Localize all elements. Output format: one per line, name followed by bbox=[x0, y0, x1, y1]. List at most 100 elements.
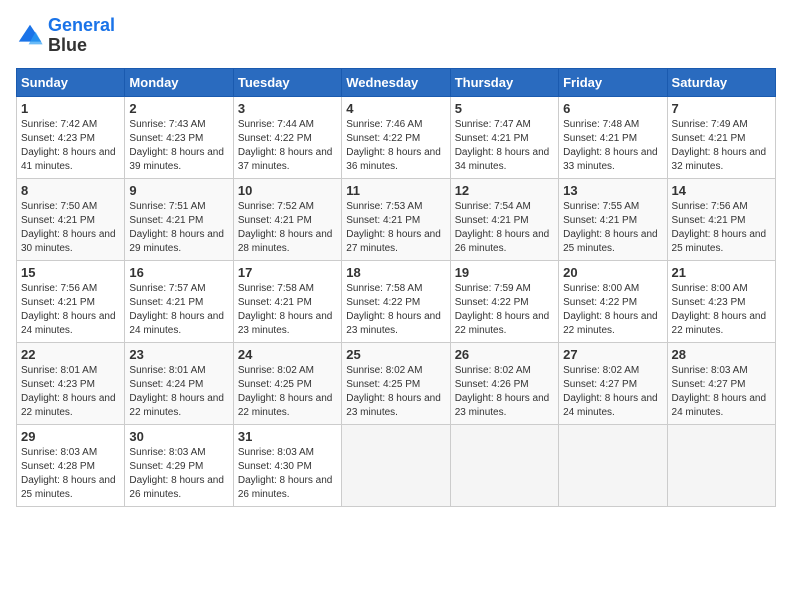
cell-content: Sunrise: 8:03 AMSunset: 4:27 PMDaylight:… bbox=[672, 365, 767, 418]
weekday-header-sunday: Sunday bbox=[17, 68, 125, 96]
day-number: 24 bbox=[238, 347, 337, 362]
cell-content: Sunrise: 7:49 AMSunset: 4:21 PMDaylight:… bbox=[672, 119, 767, 172]
day-number: 22 bbox=[21, 347, 120, 362]
calendar-cell: 30 Sunrise: 8:03 AMSunset: 4:29 PMDaylig… bbox=[125, 424, 233, 506]
calendar-cell: 28 Sunrise: 8:03 AMSunset: 4:27 PMDaylig… bbox=[667, 342, 775, 424]
calendar-cell: 5 Sunrise: 7:47 AMSunset: 4:21 PMDayligh… bbox=[450, 96, 558, 178]
calendar-cell: 23 Sunrise: 8:01 AMSunset: 4:24 PMDaylig… bbox=[125, 342, 233, 424]
cell-content: Sunrise: 7:50 AMSunset: 4:21 PMDaylight:… bbox=[21, 201, 116, 254]
cell-content: Sunrise: 7:42 AMSunset: 4:23 PMDaylight:… bbox=[21, 119, 116, 172]
calendar-cell: 21 Sunrise: 8:00 AMSunset: 4:23 PMDaylig… bbox=[667, 260, 775, 342]
cell-content: Sunrise: 7:57 AMSunset: 4:21 PMDaylight:… bbox=[129, 283, 224, 336]
calendar-cell: 11 Sunrise: 7:53 AMSunset: 4:21 PMDaylig… bbox=[342, 178, 450, 260]
logo-icon bbox=[16, 22, 44, 50]
day-number: 17 bbox=[238, 265, 337, 280]
day-number: 30 bbox=[129, 429, 228, 444]
cell-content: Sunrise: 7:56 AMSunset: 4:21 PMDaylight:… bbox=[672, 201, 767, 254]
day-number: 25 bbox=[346, 347, 445, 362]
cell-content: Sunrise: 7:51 AMSunset: 4:21 PMDaylight:… bbox=[129, 201, 224, 254]
calendar-cell: 16 Sunrise: 7:57 AMSunset: 4:21 PMDaylig… bbox=[125, 260, 233, 342]
cell-content: Sunrise: 8:02 AMSunset: 4:25 PMDaylight:… bbox=[238, 365, 333, 418]
calendar-cell bbox=[450, 424, 558, 506]
weekday-header-friday: Friday bbox=[559, 68, 667, 96]
cell-content: Sunrise: 7:58 AMSunset: 4:21 PMDaylight:… bbox=[238, 283, 333, 336]
cell-content: Sunrise: 7:58 AMSunset: 4:22 PMDaylight:… bbox=[346, 283, 441, 336]
day-number: 18 bbox=[346, 265, 445, 280]
day-number: 27 bbox=[563, 347, 662, 362]
cell-content: Sunrise: 8:03 AMSunset: 4:30 PMDaylight:… bbox=[238, 447, 333, 500]
cell-content: Sunrise: 8:01 AMSunset: 4:23 PMDaylight:… bbox=[21, 365, 116, 418]
day-number: 10 bbox=[238, 183, 337, 198]
cell-content: Sunrise: 7:52 AMSunset: 4:21 PMDaylight:… bbox=[238, 201, 333, 254]
calendar-cell bbox=[342, 424, 450, 506]
calendar-cell: 26 Sunrise: 8:02 AMSunset: 4:26 PMDaylig… bbox=[450, 342, 558, 424]
calendar-cell bbox=[559, 424, 667, 506]
cell-content: Sunrise: 8:02 AMSunset: 4:26 PMDaylight:… bbox=[455, 365, 550, 418]
day-number: 3 bbox=[238, 101, 337, 116]
calendar-week-5: 29 Sunrise: 8:03 AMSunset: 4:28 PMDaylig… bbox=[17, 424, 776, 506]
cell-content: Sunrise: 7:55 AMSunset: 4:21 PMDaylight:… bbox=[563, 201, 658, 254]
calendar-cell: 12 Sunrise: 7:54 AMSunset: 4:21 PMDaylig… bbox=[450, 178, 558, 260]
day-number: 14 bbox=[672, 183, 771, 198]
calendar-cell: 24 Sunrise: 8:02 AMSunset: 4:25 PMDaylig… bbox=[233, 342, 341, 424]
cell-content: Sunrise: 8:02 AMSunset: 4:25 PMDaylight:… bbox=[346, 365, 441, 418]
calendar-cell: 9 Sunrise: 7:51 AMSunset: 4:21 PMDayligh… bbox=[125, 178, 233, 260]
calendar-week-1: 1 Sunrise: 7:42 AMSunset: 4:23 PMDayligh… bbox=[17, 96, 776, 178]
calendar-cell: 10 Sunrise: 7:52 AMSunset: 4:21 PMDaylig… bbox=[233, 178, 341, 260]
calendar-cell: 31 Sunrise: 8:03 AMSunset: 4:30 PMDaylig… bbox=[233, 424, 341, 506]
day-number: 4 bbox=[346, 101, 445, 116]
day-number: 11 bbox=[346, 183, 445, 198]
cell-content: Sunrise: 7:47 AMSunset: 4:21 PMDaylight:… bbox=[455, 119, 550, 172]
day-number: 19 bbox=[455, 265, 554, 280]
calendar-week-4: 22 Sunrise: 8:01 AMSunset: 4:23 PMDaylig… bbox=[17, 342, 776, 424]
weekday-header-saturday: Saturday bbox=[667, 68, 775, 96]
cell-content: Sunrise: 7:59 AMSunset: 4:22 PMDaylight:… bbox=[455, 283, 550, 336]
cell-content: Sunrise: 8:02 AMSunset: 4:27 PMDaylight:… bbox=[563, 365, 658, 418]
day-number: 13 bbox=[563, 183, 662, 198]
cell-content: Sunrise: 7:53 AMSunset: 4:21 PMDaylight:… bbox=[346, 201, 441, 254]
page-header: General Blue bbox=[16, 16, 776, 56]
calendar-week-3: 15 Sunrise: 7:56 AMSunset: 4:21 PMDaylig… bbox=[17, 260, 776, 342]
calendar-cell: 15 Sunrise: 7:56 AMSunset: 4:21 PMDaylig… bbox=[17, 260, 125, 342]
calendar-cell: 6 Sunrise: 7:48 AMSunset: 4:21 PMDayligh… bbox=[559, 96, 667, 178]
calendar-cell: 3 Sunrise: 7:44 AMSunset: 4:22 PMDayligh… bbox=[233, 96, 341, 178]
calendar-cell: 13 Sunrise: 7:55 AMSunset: 4:21 PMDaylig… bbox=[559, 178, 667, 260]
calendar-cell: 14 Sunrise: 7:56 AMSunset: 4:21 PMDaylig… bbox=[667, 178, 775, 260]
cell-content: Sunrise: 8:00 AMSunset: 4:22 PMDaylight:… bbox=[563, 283, 658, 336]
calendar-cell: 20 Sunrise: 8:00 AMSunset: 4:22 PMDaylig… bbox=[559, 260, 667, 342]
day-number: 29 bbox=[21, 429, 120, 444]
day-number: 26 bbox=[455, 347, 554, 362]
cell-content: Sunrise: 7:48 AMSunset: 4:21 PMDaylight:… bbox=[563, 119, 658, 172]
cell-content: Sunrise: 7:44 AMSunset: 4:22 PMDaylight:… bbox=[238, 119, 333, 172]
cell-content: Sunrise: 8:00 AMSunset: 4:23 PMDaylight:… bbox=[672, 283, 767, 336]
calendar-cell: 7 Sunrise: 7:49 AMSunset: 4:21 PMDayligh… bbox=[667, 96, 775, 178]
day-number: 8 bbox=[21, 183, 120, 198]
day-number: 7 bbox=[672, 101, 771, 116]
calendar-cell: 8 Sunrise: 7:50 AMSunset: 4:21 PMDayligh… bbox=[17, 178, 125, 260]
calendar-cell: 29 Sunrise: 8:03 AMSunset: 4:28 PMDaylig… bbox=[17, 424, 125, 506]
cell-content: Sunrise: 7:46 AMSunset: 4:22 PMDaylight:… bbox=[346, 119, 441, 172]
calendar-cell: 22 Sunrise: 8:01 AMSunset: 4:23 PMDaylig… bbox=[17, 342, 125, 424]
day-number: 6 bbox=[563, 101, 662, 116]
day-number: 1 bbox=[21, 101, 120, 116]
cell-content: Sunrise: 7:43 AMSunset: 4:23 PMDaylight:… bbox=[129, 119, 224, 172]
calendar-cell: 2 Sunrise: 7:43 AMSunset: 4:23 PMDayligh… bbox=[125, 96, 233, 178]
day-number: 31 bbox=[238, 429, 337, 444]
calendar-cell: 19 Sunrise: 7:59 AMSunset: 4:22 PMDaylig… bbox=[450, 260, 558, 342]
day-number: 20 bbox=[563, 265, 662, 280]
day-number: 9 bbox=[129, 183, 228, 198]
cell-content: Sunrise: 7:56 AMSunset: 4:21 PMDaylight:… bbox=[21, 283, 116, 336]
calendar-cell bbox=[667, 424, 775, 506]
calendar-table: SundayMondayTuesdayWednesdayThursdayFrid… bbox=[16, 68, 776, 507]
weekday-header-wednesday: Wednesday bbox=[342, 68, 450, 96]
calendar-cell: 18 Sunrise: 7:58 AMSunset: 4:22 PMDaylig… bbox=[342, 260, 450, 342]
weekday-header-tuesday: Tuesday bbox=[233, 68, 341, 96]
cell-content: Sunrise: 8:03 AMSunset: 4:28 PMDaylight:… bbox=[21, 447, 116, 500]
cell-content: Sunrise: 8:03 AMSunset: 4:29 PMDaylight:… bbox=[129, 447, 224, 500]
day-number: 23 bbox=[129, 347, 228, 362]
logo: General Blue bbox=[16, 16, 115, 56]
calendar-week-2: 8 Sunrise: 7:50 AMSunset: 4:21 PMDayligh… bbox=[17, 178, 776, 260]
calendar-body: 1 Sunrise: 7:42 AMSunset: 4:23 PMDayligh… bbox=[17, 96, 776, 506]
calendar-cell: 1 Sunrise: 7:42 AMSunset: 4:23 PMDayligh… bbox=[17, 96, 125, 178]
day-number: 2 bbox=[129, 101, 228, 116]
